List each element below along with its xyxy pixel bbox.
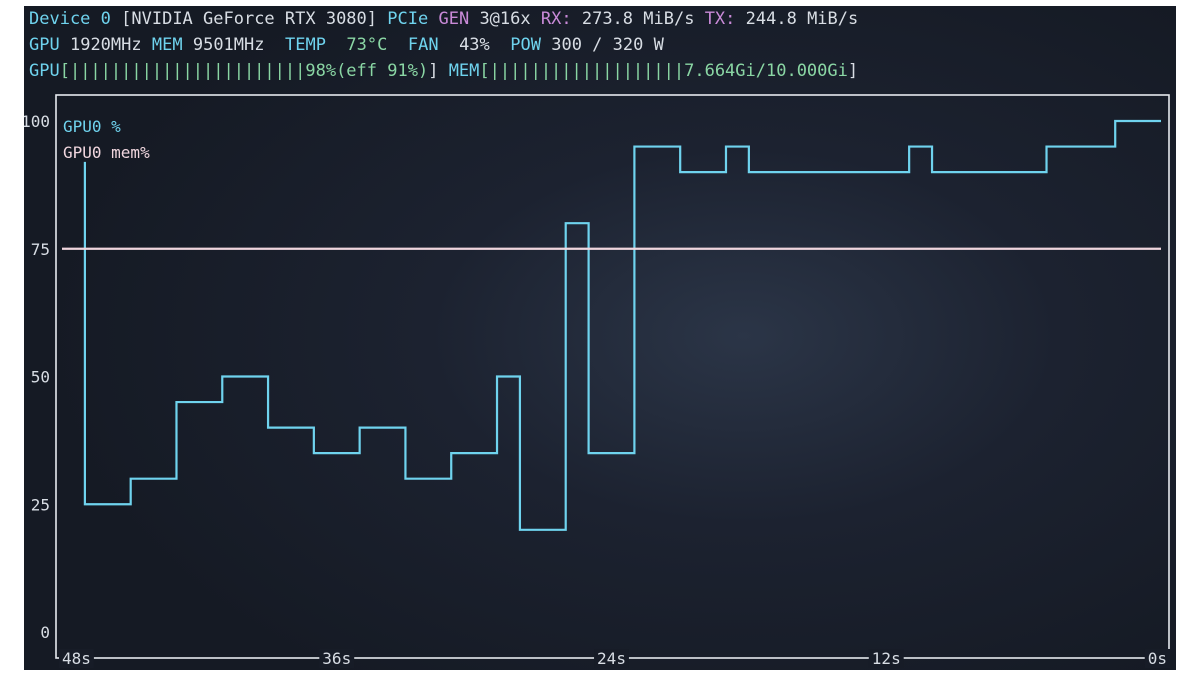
- y-tick-label: 0: [40, 623, 50, 642]
- x-tick-label: 12s: [872, 649, 901, 668]
- usage-chart: 100 75 50 25 0 48s 36s 24s 12s 0s GPU0 % GPU0 mem%: [24, 94, 1170, 668]
- legend-entry: GPU0 mem%: [63, 143, 150, 162]
- gpu-usage-series-line: [83, 119, 1161, 531]
- legend-entry: GPU0 %: [63, 117, 121, 136]
- y-tick-label: 50: [31, 368, 50, 387]
- nvtop-terminal: Device 0 [NVIDIA GeForce RTX 3080] PCIe …: [24, 6, 1176, 670]
- y-tick-label: 100: [24, 112, 50, 131]
- x-tick-label: 24s: [597, 649, 626, 668]
- x-tick-label: 48s: [62, 649, 91, 668]
- x-tick-label: 36s: [322, 649, 351, 668]
- y-tick-label: 75: [31, 240, 50, 259]
- y-tick-label: 25: [31, 495, 50, 514]
- x-tick-label: 0s: [1148, 649, 1167, 668]
